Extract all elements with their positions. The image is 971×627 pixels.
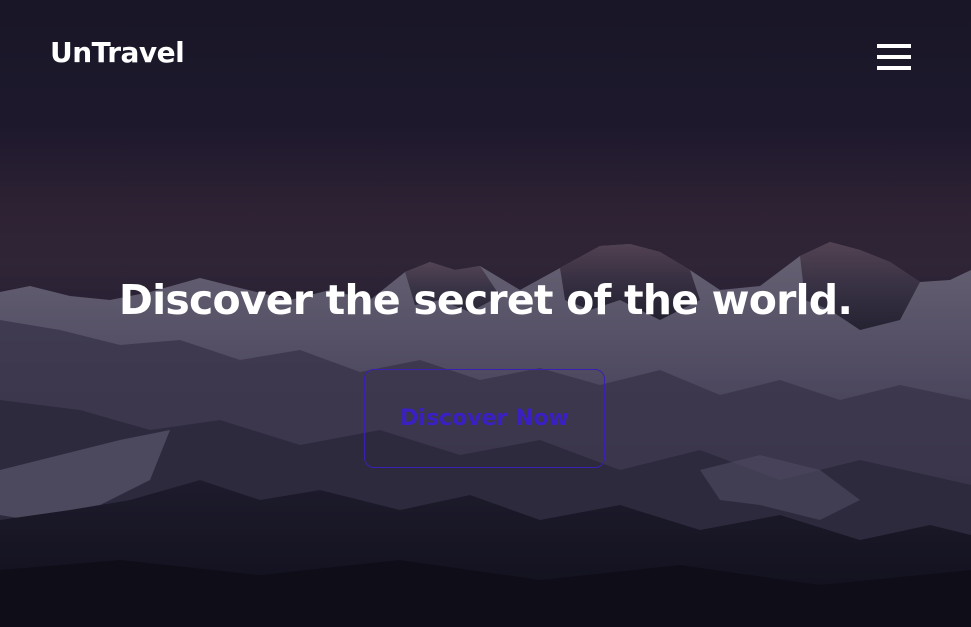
menu-button[interactable]	[874, 40, 914, 74]
menu-icon-bar	[877, 66, 911, 70]
hamburger-menu-icon	[877, 44, 911, 70]
menu-icon-bar	[877, 55, 911, 59]
hero-headline: Discover the secret of the world.	[118, 276, 853, 324]
menu-icon-bar	[877, 44, 911, 48]
top-navigation: UnTravel	[0, 0, 971, 110]
discover-now-button[interactable]: Discover Now	[364, 369, 605, 468]
brand-logo[interactable]: UnTravel	[50, 36, 185, 69]
hero-section: UnTravel Discover the secret of the worl…	[0, 0, 971, 627]
